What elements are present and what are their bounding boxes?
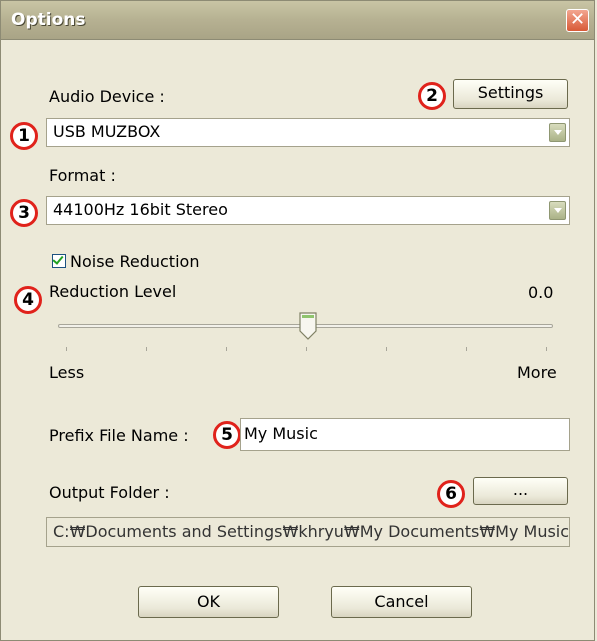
format-select[interactable]: 44100Hz 16bit Stereo — [46, 196, 570, 225]
callout-badge-1: 1 — [10, 122, 38, 150]
reduction-level-label: Reduction Level — [49, 282, 177, 301]
slider-min-label: Less — [49, 363, 85, 382]
chevron-down-icon[interactable] — [549, 123, 566, 142]
slider-tick — [466, 347, 467, 351]
output-folder-path: C:₩Documents and Settings₩khryu₩My Docum… — [46, 517, 570, 547]
slider-max-label: More — [517, 363, 557, 382]
callout-badge-3: 3 — [10, 199, 38, 227]
window-title: Options — [11, 10, 86, 30]
audio-device-label: Audio Device : — [49, 87, 165, 106]
slider-tick — [146, 347, 147, 351]
format-value: 44100Hz 16bit Stereo — [53, 200, 228, 219]
audio-device-value: USB MUZBOX — [53, 122, 161, 141]
output-folder-label: Output Folder : — [49, 483, 170, 502]
slider-tick — [386, 347, 387, 351]
options-dialog: Options ✕ Audio Device : 2 Settings 1 US… — [0, 0, 595, 641]
prefix-file-name-input[interactable]: My Music — [240, 418, 570, 451]
slider-tick — [226, 347, 227, 351]
reduction-level-value: 0.0 — [528, 283, 554, 302]
prefix-file-name-label: Prefix File Name : — [49, 426, 189, 445]
settings-button[interactable]: Settings — [453, 79, 568, 109]
reduction-slider-thumb[interactable] — [299, 312, 317, 340]
ok-button[interactable]: OK — [138, 586, 279, 618]
noise-reduction-checkbox[interactable] — [52, 253, 66, 268]
cancel-button[interactable]: Cancel — [331, 586, 472, 618]
browse-folder-button[interactable]: ... — [473, 477, 568, 505]
callout-badge-4: 4 — [14, 286, 42, 314]
callout-badge-2: 2 — [418, 82, 446, 110]
noise-reduction-label[interactable]: Noise Reduction — [70, 252, 199, 271]
format-label: Format : — [49, 166, 116, 185]
audio-device-select[interactable]: USB MUZBOX — [46, 118, 570, 147]
slider-tick — [306, 347, 307, 351]
callout-badge-5: 5 — [213, 421, 241, 449]
slider-tick — [66, 347, 67, 351]
slider-tick — [546, 347, 547, 351]
close-icon[interactable]: ✕ — [566, 9, 589, 32]
callout-badge-6: 6 — [437, 480, 465, 508]
chevron-down-icon[interactable] — [549, 201, 566, 220]
checkmark-icon — [52, 253, 64, 265]
title-bar[interactable]: Options ✕ — [1, 1, 594, 40]
